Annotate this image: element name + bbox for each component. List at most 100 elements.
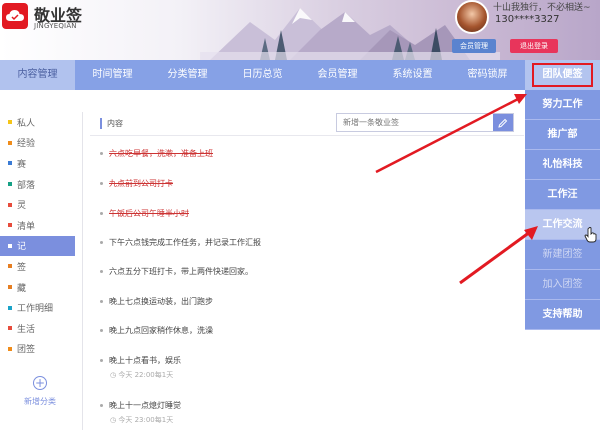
- task-item[interactable]: 下午六点钱完成工作任务，并记录工作汇报: [100, 237, 261, 248]
- category-color-dot: [8, 346, 12, 351]
- nav-content-management[interactable]: 内容管理: [0, 60, 75, 90]
- bullet-icon: [100, 404, 103, 407]
- category-color-dot: [8, 182, 12, 187]
- nav-system-settings[interactable]: 系统设置: [375, 60, 450, 90]
- edit-button[interactable]: [493, 114, 513, 131]
- team-notes-label: 团队便签: [532, 63, 593, 87]
- sidebar-item-label: 私人: [17, 118, 36, 129]
- task-item[interactable]: 午饭后公司午睡半小时: [100, 208, 189, 219]
- task-reminder: ◷ 今天 22:00每1天: [110, 370, 173, 380]
- task-item[interactable]: 晚上十一点熄灯睡觉: [100, 400, 181, 411]
- category-color-dot: [8, 161, 12, 166]
- category-color-dot: [8, 120, 12, 125]
- nav-member-management[interactable]: 会员管理: [300, 60, 375, 90]
- task-text: 晚上十点看书，娱乐: [109, 356, 181, 365]
- user-motto: 十山我独行，不必相送~: [493, 3, 591, 13]
- new-note-input[interactable]: [337, 114, 493, 131]
- task-item[interactable]: 六点吃早餐，洗漱，准备上班: [100, 148, 213, 159]
- sidebar-item[interactable]: 清单: [0, 215, 80, 236]
- nav-category-management[interactable]: 分类管理: [150, 60, 225, 90]
- sidebar-item[interactable]: 部落: [0, 174, 80, 195]
- sidebar-item[interactable]: 工作明细: [0, 297, 80, 318]
- sidebar-item[interactable]: 签: [0, 256, 80, 277]
- task-text: 晚上九点回家稍作休息，洗澡: [109, 326, 213, 335]
- sidebar-item-label: 记: [17, 242, 27, 253]
- category-color-dot: [8, 243, 12, 248]
- nav-team-notes[interactable]: 团队便签: [525, 60, 600, 90]
- category-color-dot: [8, 326, 12, 331]
- task-reminder: ◷ 今天 23:00每1天: [110, 415, 173, 425]
- sidebar-item-label: 清单: [17, 221, 36, 232]
- sidebar-item-label: 赛: [17, 159, 27, 170]
- bullet-icon: [100, 270, 103, 273]
- category-color-dot: [8, 140, 12, 145]
- logo-icon: [2, 3, 28, 29]
- sidebar-item-label: 生活: [17, 324, 36, 335]
- bullet-icon: [100, 152, 103, 155]
- team-dropdown-item[interactable]: 推广部: [525, 120, 600, 150]
- logout-button[interactable]: 退出登录: [510, 39, 558, 53]
- category-color-dot: [8, 202, 12, 207]
- sidebar-item[interactable]: 团签: [0, 339, 80, 360]
- sidebar-divider: [82, 112, 83, 430]
- team-dropdown-item[interactable]: 支持帮助: [525, 300, 600, 330]
- category-color-dot: [8, 264, 12, 269]
- sidebar-item[interactable]: 藏: [0, 277, 80, 298]
- bullet-icon: [100, 241, 103, 244]
- task-item[interactable]: 九点前到公司打卡: [100, 178, 173, 189]
- task-item[interactable]: 晚上九点回家稍作休息，洗澡: [100, 325, 213, 336]
- user-phone: 130****3327: [495, 14, 560, 25]
- sidebar-item[interactable]: 赛: [0, 153, 80, 174]
- bullet-icon: [100, 212, 103, 215]
- hand-cursor-icon: [584, 227, 597, 243]
- bullet-icon: [100, 359, 103, 362]
- content-divider: [90, 135, 524, 136]
- main-nav: 内容管理 时间管理 分类管理 日历总览 会员管理 系统设置 密码锁屏 团队便签: [0, 60, 600, 90]
- sidebar-item[interactable]: 生活: [0, 318, 80, 339]
- nav-time-management[interactable]: 时间管理: [75, 60, 150, 90]
- task-item[interactable]: 六点五分下班打卡，带上两件快递回家。: [100, 266, 253, 277]
- sidebar-item[interactable]: 经验: [0, 133, 80, 154]
- category-color-dot: [8, 285, 12, 290]
- add-category-button[interactable]: + 新增分类: [0, 376, 80, 407]
- nav-calendar-overview[interactable]: 日历总览: [225, 60, 300, 90]
- task-text: 午饭后公司午睡半小时: [109, 209, 189, 218]
- sidebar-item-label: 工作明细: [17, 304, 54, 315]
- member-management-button[interactable]: 会员管理: [452, 39, 496, 53]
- add-circle-icon: +: [33, 376, 47, 390]
- reminder-text: 今天 22:00每1天: [118, 371, 174, 379]
- sidebar-item[interactable]: 记: [0, 235, 75, 257]
- nav-password-lock[interactable]: 密码锁屏: [450, 60, 525, 90]
- reminder-text: 今天 23:00每1天: [118, 416, 174, 424]
- task-text: 六点五分下班打卡，带上两件快递回家。: [109, 267, 253, 276]
- team-dropdown-item[interactable]: 努力工作: [525, 90, 600, 120]
- team-dropdown-item[interactable]: 新建团签: [525, 240, 600, 270]
- category-color-dot: [8, 305, 12, 310]
- sidebar-item-label: 灵: [17, 201, 27, 212]
- category-color-dot: [8, 223, 12, 228]
- bullet-icon: [100, 329, 103, 332]
- sidebar-item-label: 经验: [17, 139, 36, 150]
- header-banner: 敬业签 JINGYEQIAN 十山我独行，不必相送~ 130****3327 会…: [0, 0, 600, 60]
- team-dropdown-item[interactable]: 礼怡科技: [525, 150, 600, 180]
- app-subtitle: JINGYEQIAN: [34, 22, 77, 30]
- team-dropdown-item[interactable]: 工作汪: [525, 180, 600, 210]
- team-dropdown-item[interactable]: 加入团签: [525, 270, 600, 300]
- team-notes-dropdown: 努力工作 推广部 礼怡科技 工作汪 工作交流 新建团签 加入团签 支持帮助: [525, 90, 600, 330]
- avatar[interactable]: [455, 0, 489, 34]
- sidebar-item-label: 部落: [17, 180, 36, 191]
- sidebar-item[interactable]: 私人: [0, 112, 80, 133]
- task-item[interactable]: 晚上七点换运动装，出门跑步: [100, 296, 213, 307]
- task-text: 下午六点钱完成工作任务，并记录工作汇报: [109, 238, 261, 247]
- bullet-icon: [100, 182, 103, 185]
- task-text: 九点前到公司打卡: [109, 179, 173, 188]
- pencil-icon: [498, 118, 508, 128]
- sidebar-item-label: 团签: [17, 345, 36, 356]
- sidebar-item[interactable]: 灵: [0, 194, 80, 215]
- sidebar-item-label: 签: [17, 262, 27, 273]
- task-item[interactable]: 晚上十点看书，娱乐: [100, 355, 181, 366]
- add-category-label: 新增分类: [24, 397, 56, 406]
- sidebar-item-label: 藏: [17, 283, 27, 294]
- content-title: 内容: [100, 118, 123, 129]
- app-window: 敬业签 JINGYEQIAN 十山我独行，不必相送~ 130****3327 会…: [0, 0, 600, 430]
